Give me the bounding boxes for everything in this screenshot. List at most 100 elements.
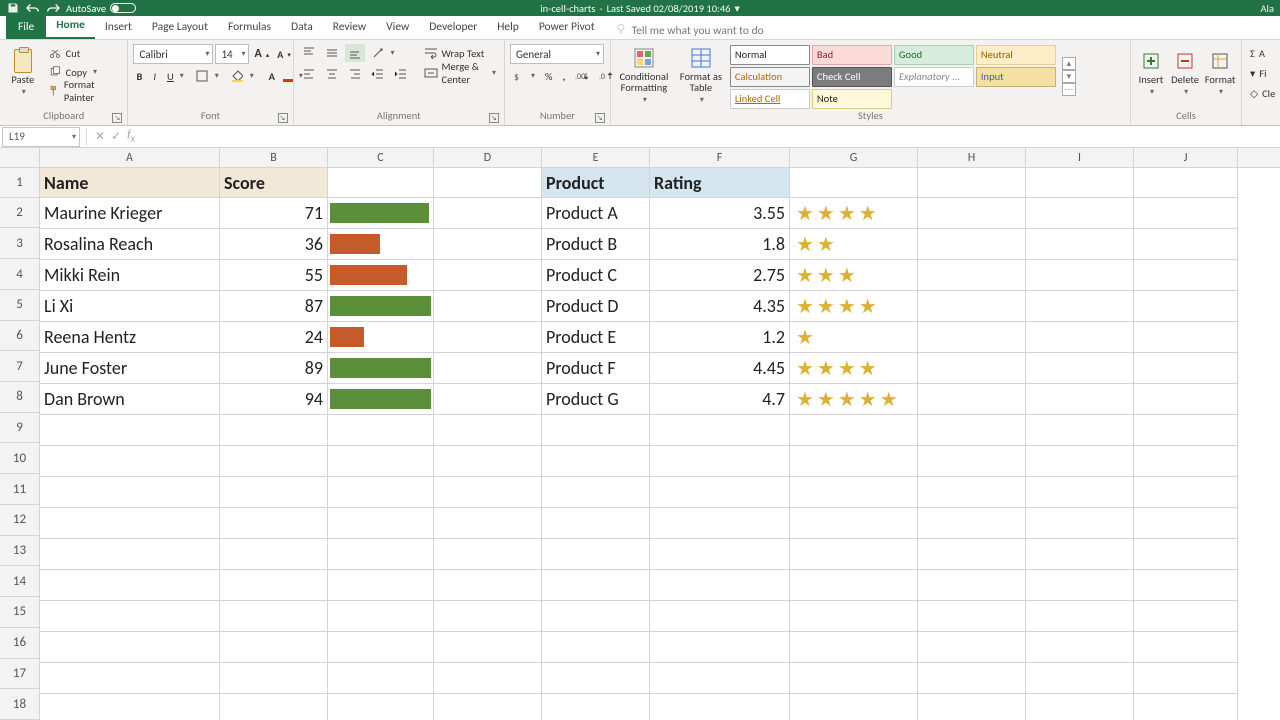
decrease-font-icon[interactable]: A▾ [274, 45, 294, 63]
cell-G16[interactable] [790, 632, 918, 663]
header-name[interactable]: Name [40, 168, 220, 198]
cell-I2[interactable] [1026, 198, 1134, 229]
cell-E15[interactable] [542, 601, 650, 632]
name-cell[interactable]: Dan Brown [40, 384, 220, 415]
save-icon[interactable] [6, 1, 20, 15]
row-header-3[interactable]: 3 [0, 228, 39, 259]
undo-icon[interactable] [26, 1, 40, 15]
cell-H4[interactable] [918, 260, 1026, 291]
cell-D9[interactable] [434, 415, 542, 446]
name-cell[interactable]: Rosalina Reach [40, 229, 220, 260]
cell-D16[interactable] [434, 632, 542, 663]
product-cell[interactable]: Product C [542, 260, 650, 291]
product-cell[interactable]: Product D [542, 291, 650, 322]
row-header-16[interactable]: 16 [0, 628, 39, 659]
autosave-toggle[interactable]: AutoSave [66, 2, 136, 15]
cell-I8[interactable] [1026, 384, 1134, 415]
tab-view[interactable]: View [376, 16, 419, 39]
align-center-icon[interactable] [322, 65, 342, 83]
cell-H13[interactable] [918, 539, 1026, 570]
row-header-17[interactable]: 17 [0, 659, 39, 690]
name-cell[interactable]: Mikki Rein [40, 260, 220, 291]
fill-button[interactable]: ▾ Fi [1247, 64, 1270, 82]
row-header-11[interactable]: 11 [0, 474, 39, 505]
chevron-down-icon[interactable]: ▾ [1062, 70, 1076, 83]
cell-I3[interactable] [1026, 229, 1134, 260]
cell-B13[interactable] [220, 539, 328, 570]
cell-style-calculation[interactable]: Calculation [730, 67, 810, 87]
cell-H1[interactable] [918, 168, 1026, 198]
cell-C18[interactable] [328, 694, 434, 720]
redo-icon[interactable] [46, 1, 60, 15]
dialog-launcher-icon[interactable]: ↘ [112, 113, 122, 123]
score-cell[interactable]: 87 [220, 291, 328, 322]
tab-power-pivot[interactable]: Power Pivot [529, 16, 605, 39]
cell-style-input[interactable]: Input [976, 67, 1056, 87]
cell-D17[interactable] [434, 663, 542, 694]
cell-F11[interactable] [650, 477, 790, 508]
cell-I17[interactable] [1026, 663, 1134, 694]
cell-J16[interactable] [1134, 632, 1238, 663]
col-header-G[interactable]: G [790, 148, 918, 167]
tab-formulas[interactable]: Formulas [218, 16, 281, 39]
cell-H2[interactable] [918, 198, 1026, 229]
cell-H8[interactable] [918, 384, 1026, 415]
cell-I7[interactable] [1026, 353, 1134, 384]
enter-formula-icon[interactable]: ✓ [111, 129, 121, 144]
cell-F13[interactable] [650, 539, 790, 570]
col-header-F[interactable]: F [650, 148, 790, 167]
cell-E10[interactable] [542, 446, 650, 477]
increase-indent-icon[interactable] [391, 65, 411, 83]
cell-E11[interactable] [542, 477, 650, 508]
font-size-dropdown[interactable]: 14▾ [215, 44, 249, 64]
cell-style-neutral[interactable]: Neutral [976, 45, 1056, 65]
cell-I4[interactable] [1026, 260, 1134, 291]
cell-H5[interactable] [918, 291, 1026, 322]
stars-cell[interactable]: ★★★★ [790, 353, 918, 384]
cell-C10[interactable] [328, 446, 434, 477]
row-header-12[interactable]: 12 [0, 505, 39, 536]
cell-I13[interactable] [1026, 539, 1134, 570]
cell-D5[interactable] [434, 291, 542, 322]
tab-help[interactable]: Help [487, 16, 529, 39]
cell-E12[interactable] [542, 508, 650, 539]
cell-I12[interactable] [1026, 508, 1134, 539]
cell-E17[interactable] [542, 663, 650, 694]
cell-F15[interactable] [650, 601, 790, 632]
cell-I6[interactable] [1026, 322, 1134, 353]
cell-C12[interactable] [328, 508, 434, 539]
name-cell[interactable]: Maurine Krieger [40, 198, 220, 229]
header-product[interactable]: Product [542, 168, 650, 198]
tab-home[interactable]: Home [46, 14, 95, 39]
stars-cell[interactable]: ★ [790, 322, 918, 353]
align-right-icon[interactable] [345, 65, 365, 83]
product-cell[interactable]: Product F [542, 353, 650, 384]
header-score[interactable]: Score [220, 168, 328, 198]
align-left-icon[interactable] [299, 65, 319, 83]
row-header-14[interactable]: 14 [0, 566, 39, 597]
cell-H15[interactable] [918, 601, 1026, 632]
formula-input[interactable] [139, 127, 1280, 147]
cell-B15[interactable] [220, 601, 328, 632]
tab-developer[interactable]: Developer [419, 16, 487, 39]
cell-D15[interactable] [434, 601, 542, 632]
cell-G9[interactable] [790, 415, 918, 446]
cell-G1[interactable] [790, 168, 918, 198]
stars-cell[interactable]: ★★★★★ [790, 384, 918, 415]
cell-style-check-cell[interactable]: Check Cell [812, 67, 892, 87]
rating-cell[interactable]: 1.2 [650, 322, 790, 353]
bar-cell[interactable] [328, 229, 434, 260]
score-cell[interactable]: 24 [220, 322, 328, 353]
row-header-18[interactable]: 18 [0, 689, 39, 720]
cell-H12[interactable] [918, 508, 1026, 539]
tab-file[interactable]: File [6, 15, 46, 39]
decrease-indent-icon[interactable] [368, 65, 388, 83]
cell-style-bad[interactable]: Bad [812, 45, 892, 65]
bar-cell[interactable] [328, 384, 434, 415]
rating-cell[interactable]: 2.75 [650, 260, 790, 291]
score-cell[interactable]: 71 [220, 198, 328, 229]
cancel-formula-icon[interactable]: ✕ [95, 129, 105, 144]
score-cell[interactable]: 89 [220, 353, 328, 384]
cell-G18[interactable] [790, 694, 918, 720]
dialog-launcher-icon[interactable]: ↘ [489, 113, 499, 123]
